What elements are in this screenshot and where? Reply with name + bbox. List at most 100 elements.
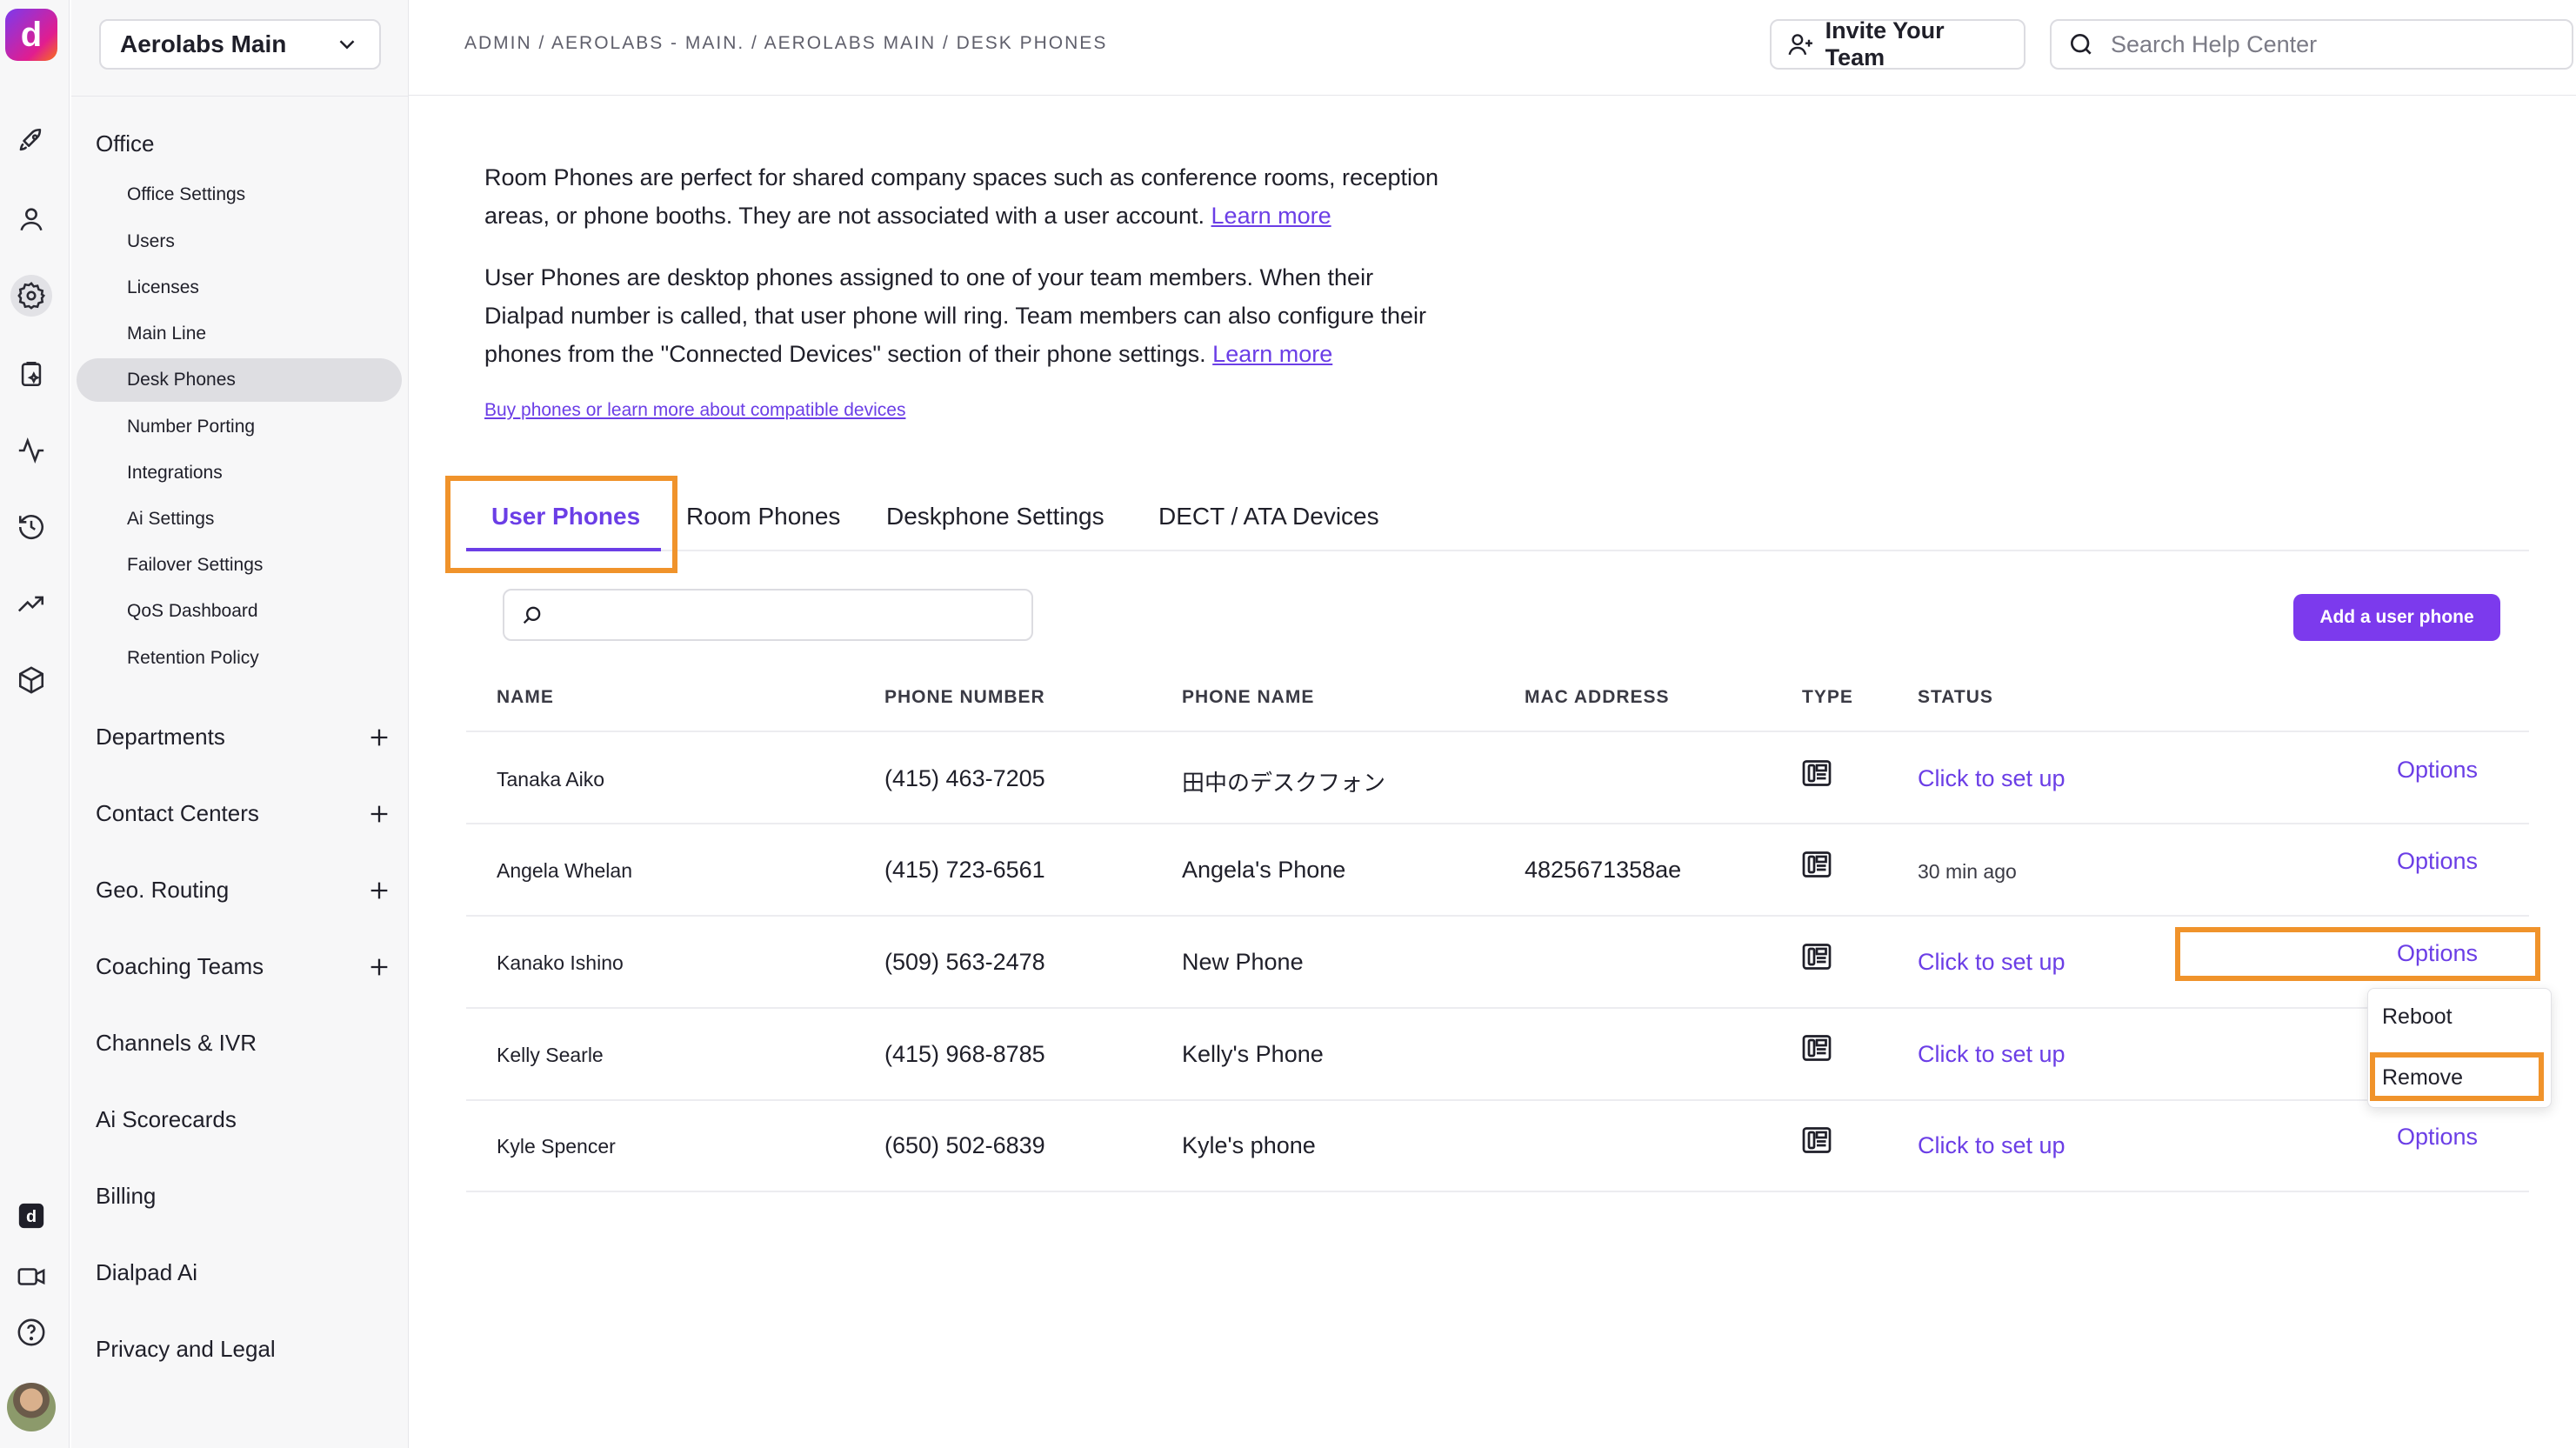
history-icon[interactable]	[10, 506, 52, 548]
plus-icon[interactable]	[367, 802, 391, 826]
sidebar-group-geo-routing[interactable]: Geo. Routing	[96, 877, 391, 904]
help-icon[interactable]	[10, 1311, 52, 1353]
invite-label: Invite Your Team	[1825, 17, 1945, 70]
rocket-icon[interactable]	[10, 120, 52, 162]
room-learn-more-link[interactable]: Learn more	[1211, 203, 1331, 229]
dialpad-logo[interactable]: d	[5, 9, 57, 61]
icon-rail: d d	[0, 0, 70, 1448]
gear-icon[interactable]	[10, 275, 52, 317]
tab-deskphone-settings[interactable]: Deskphone Settings	[886, 503, 1104, 530]
divider	[466, 823, 2529, 824]
row-phone-name: Kyle's phone	[1182, 1132, 1316, 1158]
row-status-setup-link[interactable]: Click to set up	[1918, 1041, 2065, 1068]
options-highlight-box	[2175, 927, 2540, 981]
tab-room-phones[interactable]: Room Phones	[686, 503, 840, 530]
row-status-setup-link[interactable]: Click to set up	[1918, 949, 2065, 976]
sidebar-item-office-settings[interactable]: Office Settings	[77, 173, 402, 217]
group-label: Dialpad Ai	[96, 1259, 198, 1285]
divider	[466, 1099, 2529, 1101]
menu-item-reboot[interactable]: Reboot	[2382, 1004, 2453, 1030]
phone-tabs: User Phones Room Phones Deskphone Settin…	[466, 487, 2529, 551]
row-name: Angela Whelan	[497, 859, 632, 882]
sidebar-item-retention-policy[interactable]: Retention Policy	[77, 637, 402, 680]
sidebar-group-ai-scorecards[interactable]: Ai Scorecards	[96, 1106, 391, 1133]
clipboard-icon[interactable]	[10, 353, 52, 395]
user-text-line-2: Dialpad number is called, that user phon…	[484, 303, 1427, 329]
sidebar-group-contact-centers[interactable]: Contact Centers	[96, 800, 391, 827]
user-learn-more-link[interactable]: Learn more	[1212, 341, 1332, 367]
user-icon[interactable]	[10, 198, 52, 240]
sidebar-item-users[interactable]: Users	[77, 220, 402, 264]
sidebar-item-main-line[interactable]: Main Line	[77, 312, 402, 356]
desk-phone-icon	[1802, 760, 1832, 786]
org-select[interactable]: Aerolabs Main	[99, 19, 381, 70]
section-title-office[interactable]: Office	[96, 130, 154, 157]
sidebar-item-number-porting[interactable]: Number Porting	[77, 405, 402, 449]
sidebar-group-coaching-teams[interactable]: Coaching Teams	[96, 953, 391, 980]
search-icon	[2071, 34, 2092, 55]
help-search-input[interactable]: Search Help Center	[2050, 19, 2573, 70]
tab-dect-ata-devices[interactable]: DECT / ATA Devices	[1158, 503, 1379, 530]
desk-phone-icon	[1802, 1035, 1832, 1061]
user-text-line-3: phones from the "Connected Devices" sect…	[484, 341, 1333, 367]
row-phone-number: (415) 723-6561	[884, 857, 1045, 883]
sidebar-item-ai-settings[interactable]: Ai Settings	[77, 497, 402, 541]
sidebar-item-failover-settings[interactable]: Failover Settings	[77, 544, 402, 587]
group-label: Channels & IVR	[96, 1030, 257, 1056]
row-status-setup-link[interactable]: Click to set up	[1918, 1132, 2065, 1159]
row-status: 30 min ago	[1918, 860, 2017, 883]
sidebar-item-licenses[interactable]: Licenses	[77, 266, 402, 310]
room-text-line-1: Room Phones are perfect for shared compa…	[484, 164, 1439, 190]
activity-icon[interactable]	[10, 430, 52, 471]
sidebar-item-integrations[interactable]: Integrations	[77, 451, 402, 495]
row-phone-number: (509) 563-2478	[884, 949, 1045, 975]
room-text-line-2: areas, or phone booths. They are not ass…	[484, 203, 1331, 229]
divider	[71, 96, 409, 97]
video-icon[interactable]	[10, 1256, 52, 1298]
table-search-input[interactable]	[503, 589, 1033, 641]
svg-text:d: d	[26, 1207, 37, 1226]
row-phone-number: (415) 968-8785	[884, 1041, 1045, 1067]
row-name: Tanaka Aiko	[497, 768, 605, 791]
sidebar-item-qos-dashboard[interactable]: QoS Dashboard	[77, 590, 402, 633]
row-phone-name: 田中のデスクフォン	[1182, 771, 1386, 797]
row-options-button[interactable]: Options	[2397, 848, 2478, 875]
plus-icon[interactable]	[367, 878, 391, 903]
sidebar-item-desk-phones[interactable]: Desk Phones	[77, 358, 402, 402]
buy-phones-link[interactable]: Buy phones or learn more about compatibl…	[484, 400, 905, 421]
desk-phone-icon	[1802, 1127, 1832, 1153]
group-label: Billing	[96, 1183, 157, 1209]
chevron-down-icon	[339, 40, 355, 50]
row-phone-number: (650) 502-6839	[884, 1132, 1045, 1158]
row-phone-name: Angela's Phone	[1182, 857, 1346, 883]
row-status-setup-link[interactable]: Click to set up	[1918, 765, 2065, 792]
desk-phone-icon	[1802, 851, 1832, 877]
dialpad-icon[interactable]: d	[10, 1195, 52, 1237]
row-name: Kyle Spencer	[497, 1135, 616, 1158]
breadcrumb[interactable]: ADMIN / AEROLABS - MAIN. / AEROLABS MAIN…	[464, 33, 1107, 54]
sidebar-group-billing[interactable]: Billing	[96, 1183, 391, 1210]
column-header-type: TYPE	[1802, 687, 1853, 707]
group-label: Privacy and Legal	[96, 1336, 276, 1362]
row-options-button[interactable]: Options	[2397, 1124, 2478, 1151]
add-user-phone-button[interactable]: Add a user phone	[2293, 594, 2500, 641]
plus-icon[interactable]	[367, 955, 391, 979]
org-name: Aerolabs Main	[120, 30, 287, 57]
avatar[interactable]	[7, 1383, 56, 1431]
row-phone-number: (415) 463-7205	[884, 765, 1045, 791]
invite-team-button[interactable]: Invite Your Team	[1770, 17, 2025, 70]
group-label: Departments	[96, 724, 225, 750]
column-header-phone-name: PHONE NAME	[1182, 687, 1315, 707]
trending-icon[interactable]	[10, 583, 52, 624]
sidebar-group-departments[interactable]: Departments	[96, 724, 391, 751]
tab-highlight-box	[445, 476, 677, 573]
group-label: Coaching Teams	[96, 953, 264, 979]
group-label: Contact Centers	[96, 800, 259, 826]
plus-icon[interactable]	[367, 725, 391, 750]
row-options-button[interactable]: Options	[2397, 757, 2478, 784]
cube-icon[interactable]	[10, 659, 52, 701]
sidebar-group-privacy-legal[interactable]: Privacy and Legal	[96, 1336, 391, 1363]
sidebar-group-dialpad-ai[interactable]: Dialpad Ai	[96, 1259, 391, 1286]
sidebar-group-channels-ivr[interactable]: Channels & IVR	[96, 1030, 391, 1057]
add-user-icon	[1788, 34, 1812, 56]
